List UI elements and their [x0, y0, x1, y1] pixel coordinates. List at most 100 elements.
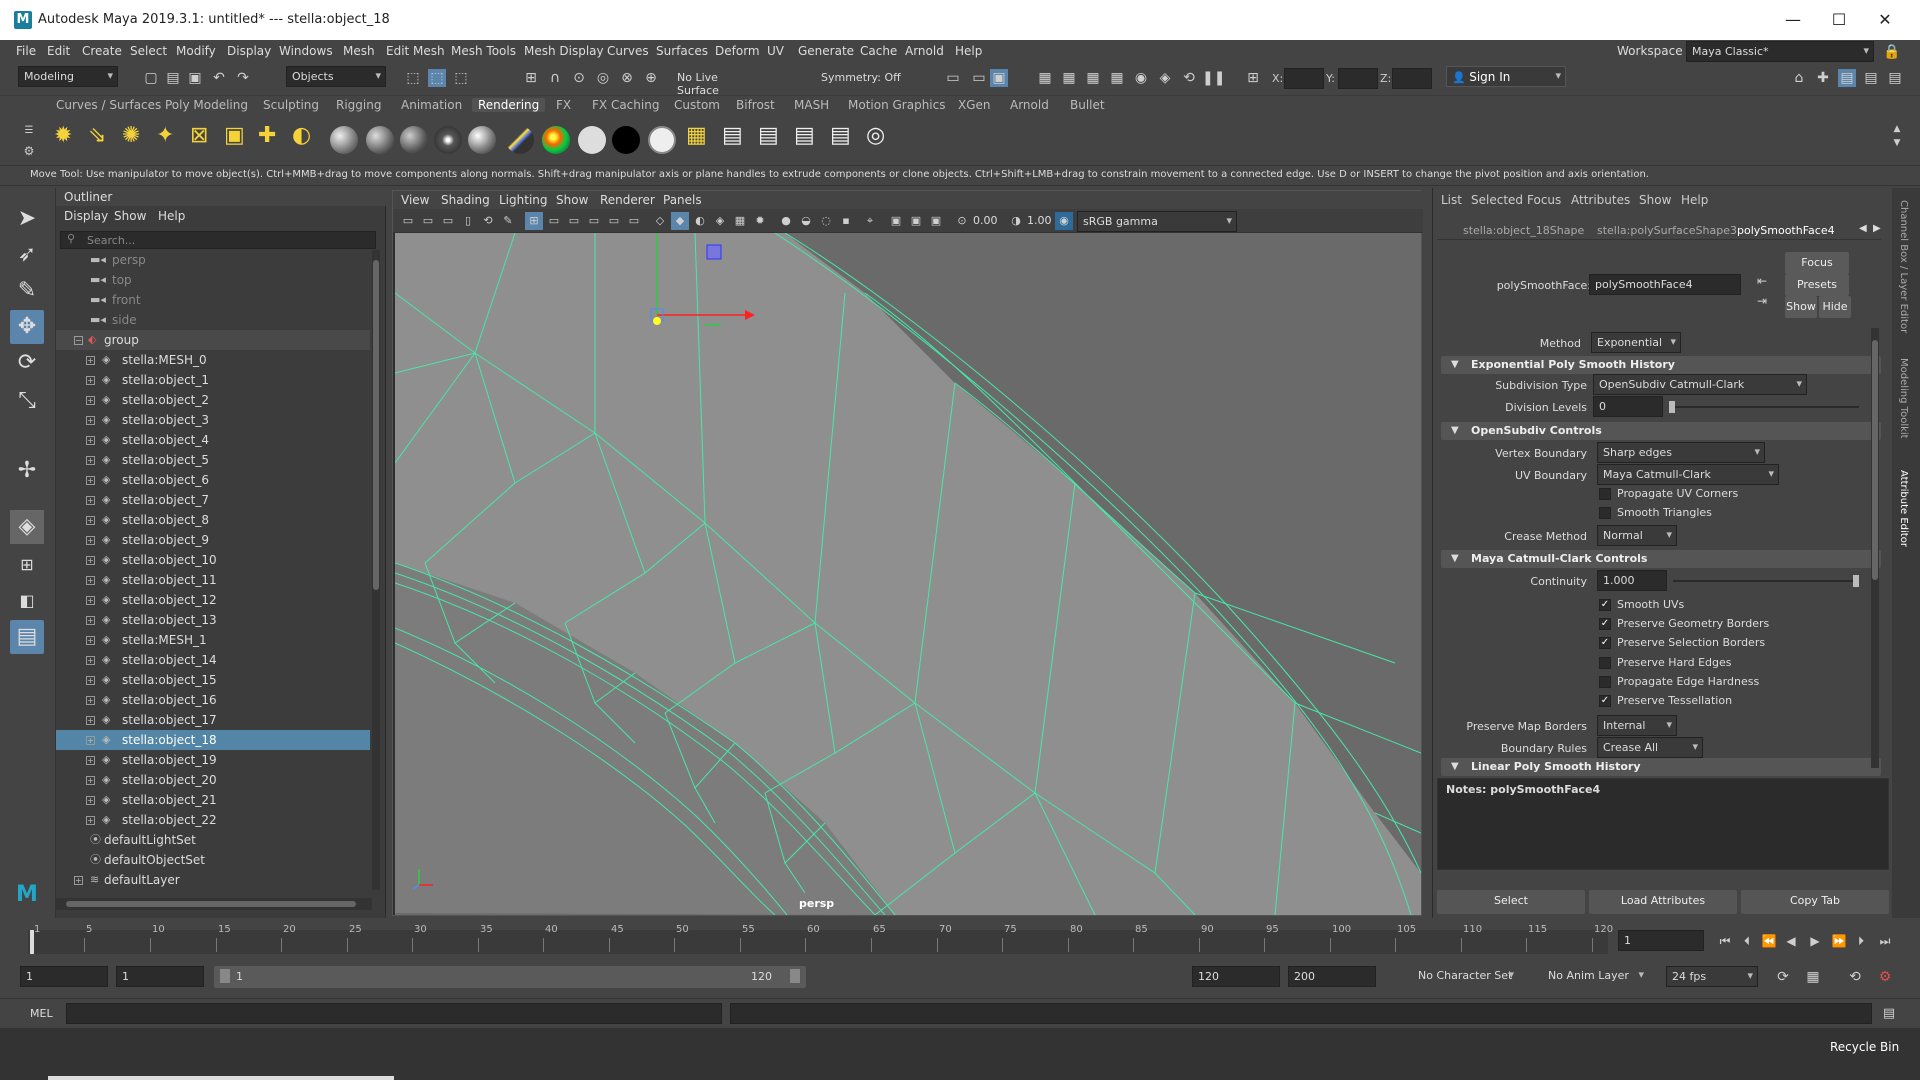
outliner-item[interactable]: + ◈ stella:object_16 [56, 690, 370, 710]
use-lights-icon[interactable]: ✹ [751, 212, 769, 230]
expand-icon[interactable]: + [86, 456, 95, 465]
option-checkbox[interactable]: ✓ [1599, 618, 1611, 631]
division-levels-slider-handle[interactable] [1669, 401, 1675, 413]
vp-menu-lighting[interactable]: Lighting [499, 193, 548, 207]
outliner-item[interactable]: + ◈ stella:object_22 [56, 810, 370, 830]
manipulator-pivot[interactable] [653, 317, 661, 325]
ipr-render-shelf-icon[interactable]: ▤ [758, 125, 779, 147]
shelf-tab-sculpting[interactable]: Sculpting [257, 98, 325, 112]
close-icon[interactable]: ✕ [1865, 8, 1905, 32]
ae-select-button[interactable]: Select [1437, 890, 1585, 914]
show-button[interactable]: Show [1785, 296, 1817, 318]
resolution-gate-icon[interactable]: ▭ [565, 212, 583, 230]
phong-material-icon[interactable] [400, 126, 428, 154]
outliner-item[interactable]: + ◈ stella:object_20 [56, 770, 370, 790]
outliner-menu-show[interactable]: Show [114, 209, 146, 223]
expand-icon[interactable]: + [86, 756, 95, 765]
presets-button[interactable]: Presets [1785, 274, 1849, 296]
expand-icon[interactable]: + [86, 376, 95, 385]
step-back-frame-icon[interactable]: ⏴ [1738, 932, 1756, 950]
menu-generate[interactable]: Generate [798, 44, 854, 58]
hypershade-shelf-icon[interactable]: ◎ [866, 125, 885, 147]
single-perspective-layout-icon[interactable]: ◈ [10, 510, 44, 544]
modeling-toolkit-tab[interactable]: Modeling Toolkit [1898, 358, 1909, 439]
maximize-icon[interactable]: ☐ [1819, 8, 1859, 32]
outliner-item[interactable]: + ◈ stella:object_3 [56, 410, 370, 430]
expand-icon[interactable]: + [86, 536, 95, 545]
outliner-h-scroll-thumb[interactable] [66, 901, 356, 907]
play-backward-icon[interactable]: ◀ [1782, 932, 1800, 950]
expand-icon[interactable]: + [86, 636, 95, 645]
select-tool-icon[interactable]: ➤ [10, 202, 44, 236]
division-levels-slider[interactable] [1669, 401, 1859, 413]
snap-point-icon[interactable]: ⊙ [570, 69, 588, 87]
shelf-tab-bullet[interactable]: Bullet [1064, 98, 1111, 112]
attribute-editor-tab[interactable]: Attribute Editor [1898, 470, 1909, 547]
loop-icon[interactable]: ⟳ [1774, 968, 1792, 986]
camera-select-icon[interactable]: ▭ [399, 212, 417, 230]
focus-button[interactable]: Focus [1785, 252, 1849, 274]
snap-surface-icon[interactable]: ⊗ [618, 69, 636, 87]
expand-icon[interactable]: + [86, 656, 95, 665]
exposure-icon[interactable]: ⊙ [953, 212, 971, 230]
outliner-item[interactable]: + ◈ stella:object_13 [56, 610, 370, 630]
outliner-item[interactable]: + ◈ stella:object_4 [56, 430, 370, 450]
camera-aim-icon[interactable]: ◐ [292, 125, 311, 147]
outliner-menu-help[interactable]: Help [158, 209, 185, 223]
outliner-item[interactable]: + ◈ stella:object_15 [56, 670, 370, 690]
surface-shader-icon[interactable] [434, 126, 462, 154]
x-field[interactable] [1284, 68, 1324, 89]
shelf-menu-icon[interactable]: ☰ [20, 122, 38, 140]
ae-menu-selected[interactable]: Selected [1471, 193, 1523, 207]
color-management-icon[interactable]: ◉ [1055, 212, 1073, 230]
render-current-icon[interactable]: ▤ [722, 125, 743, 147]
attribute-editor-icon[interactable]: ▤ [1838, 69, 1856, 87]
transform-mode-icon[interactable]: ⊞ [1244, 69, 1262, 87]
range-bar[interactable]: 1 120 [214, 966, 806, 988]
anti-aliasing-icon[interactable]: ▪ [837, 212, 855, 230]
grid-icon[interactable]: ⊞ [525, 212, 543, 230]
shelf-scroll-down-icon[interactable]: ▼ [1888, 134, 1906, 152]
last-tool-icon[interactable]: ✢ [10, 454, 44, 488]
outliner-item[interactable]: + ◈ stella:object_14 [56, 650, 370, 670]
vertex-boundary-dropdown[interactable]: Sharp edges [1597, 442, 1765, 463]
outliner-item[interactable]: ▬◂ top [56, 270, 370, 290]
expand-icon[interactable]: + [86, 576, 95, 585]
outliner-h-scrollbar[interactable] [56, 898, 372, 910]
point-light-icon[interactable]: ✺ [122, 125, 140, 147]
undo-icon[interactable]: ↶ [210, 69, 228, 87]
section-opensubdiv[interactable]: OpenSubdiv Controls [1441, 422, 1881, 440]
shelf-tab-rigging[interactable]: Rigging [330, 98, 387, 112]
outliner-item[interactable]: + ◈ stella:object_19 [56, 750, 370, 770]
expand-icon[interactable]: + [86, 596, 95, 605]
outliner-item[interactable]: + ◈ stella:MESH_1 [56, 630, 370, 650]
render-layer-icon[interactable]: ▦ [686, 125, 707, 147]
character-set-dropdown[interactable]: No Character Set [1398, 966, 1518, 987]
go-to-start-icon[interactable]: ⏮ [1716, 932, 1734, 950]
arnold-render-icon[interactable]: ◉ [1132, 69, 1150, 87]
time-slider-track[interactable]: 1 5 10 15 20 25 30 35 40 45 50 55 60 65 70 75 80 85 90 95 10… [28, 924, 1613, 954]
anim-layer-dropdown[interactable]: No Anim Layer [1528, 966, 1648, 987]
viewport-canvas[interactable] [395, 233, 1421, 915]
expand-icon[interactable]: + [86, 356, 95, 365]
outliner-item[interactable]: + ◈ stella:object_18 [56, 730, 370, 750]
option-checkbox[interactable] [1599, 656, 1611, 669]
smooth-triangles-checkbox[interactable] [1599, 507, 1611, 519]
ae-tab-smooth-face[interactable]: polySmoothFace4 [1737, 224, 1835, 237]
z-field[interactable] [1392, 68, 1432, 89]
workspace-dropdown[interactable]: Maya Classic* [1686, 41, 1874, 62]
shelf-tab-fx[interactable]: FX [550, 98, 577, 112]
notes-area[interactable]: Notes: polySmoothFace4 [1437, 778, 1889, 870]
outliner-item[interactable]: − ⬖ group [56, 330, 370, 350]
end-time-field[interactable]: 120 [1192, 966, 1280, 987]
expand-icon[interactable]: + [86, 776, 95, 785]
ai-standard-icon[interactable] [542, 126, 570, 154]
expand-icon[interactable]: + [86, 736, 95, 745]
outliner-item[interactable]: + ◈ stella:object_17 [56, 710, 370, 730]
channel-box-tab[interactable]: Channel Box / Layer Editor [1898, 200, 1909, 333]
grease-pencil-icon[interactable]: ✎ [499, 212, 517, 230]
menu-file[interactable]: File [16, 44, 36, 58]
range-end-handle[interactable] [790, 969, 800, 983]
scale-tool-icon[interactable]: ⤡ [10, 384, 44, 418]
film-gate-icon[interactable]: ▭ [545, 212, 563, 230]
